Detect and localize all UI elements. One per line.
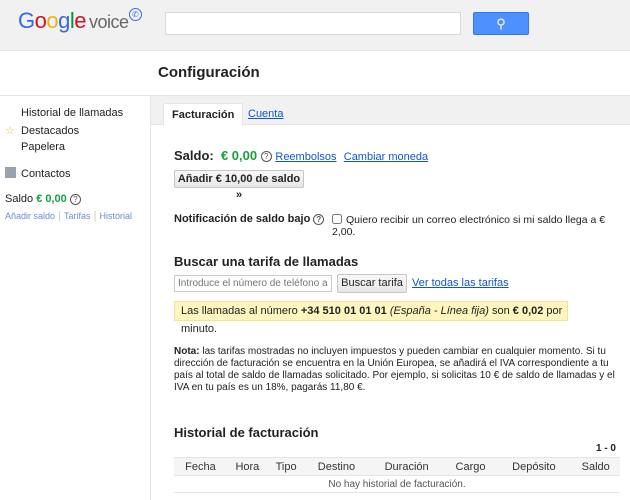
- sidebar-item-label: Contactos: [21, 168, 71, 180]
- phone-bubble-icon: ✆: [129, 8, 142, 21]
- column-saldo[interactable]: Saldo: [571, 458, 620, 476]
- help-icon[interactable]: ?: [313, 214, 324, 225]
- contact-icon: [5, 167, 16, 178]
- sidebar-divider: [150, 96, 151, 500]
- low-balance-label: Notificación de saldo bajo ?: [174, 213, 324, 225]
- balance-row: Saldo: € 0,00 ? Reembolsos Cambiar moned…: [174, 148, 428, 163]
- column-deposito[interactable]: Depósito: [496, 458, 571, 476]
- sidebar-item-contactos[interactable]: Contactos: [5, 167, 71, 180]
- table-header-row: Fecha Hora Tipo Destino Duración Cargo D…: [174, 458, 620, 476]
- balance-label: Saldo: [5, 193, 33, 205]
- logo-text: o: [35, 8, 47, 33]
- sidebar-item-papelera[interactable]: Papelera: [21, 141, 65, 153]
- result-number: +34 510 01 01 01: [301, 305, 387, 317]
- column-fecha[interactable]: Fecha: [174, 458, 227, 476]
- star-icon: ☆: [5, 124, 21, 137]
- billing-history-table: Fecha Hora Tipo Destino Duración Cargo D…: [174, 457, 620, 493]
- sidebar-item-label: Papelera: [21, 141, 65, 153]
- sidebar-item-destacados[interactable]: ☆Destacados: [5, 124, 79, 137]
- history-link[interactable]: Historial: [100, 211, 133, 221]
- tax-note: Nota: las tarifas mostradas no incluyen …: [174, 346, 619, 394]
- search-rate-button[interactable]: Buscar tarifa: [337, 274, 407, 293]
- balance-label: Saldo:: [174, 148, 214, 163]
- sidebar-item-historial[interactable]: Historial de llamadas: [21, 107, 123, 119]
- low-balance-checkbox[interactable]: [332, 214, 342, 224]
- phone-number-input[interactable]: [174, 275, 332, 292]
- sidebar-links: Añadir saldo | Tarifas | Historial: [5, 210, 132, 222]
- tab-cuenta[interactable]: Cuenta: [240, 103, 291, 126]
- checkbox-label: Quiero recibir un correo electrónico si …: [332, 214, 605, 238]
- low-balance-text: Notificación de saldo bajo: [174, 213, 310, 225]
- rates-link[interactable]: Tarifas: [64, 211, 91, 221]
- column-destino[interactable]: Destino: [304, 458, 368, 476]
- refunds-link[interactable]: Reembolsos: [275, 151, 336, 163]
- table-row: No hay historial de facturación.: [174, 476, 620, 493]
- pagination: 1 - 0: [596, 443, 616, 454]
- change-currency-link[interactable]: Cambiar moneda: [344, 151, 428, 163]
- low-balance-option: Quiero recibir un correo electrónico si …: [332, 214, 630, 238]
- note-text: las tarifas mostradas no incluyen impues…: [174, 346, 615, 393]
- help-icon[interactable]: ?: [261, 151, 272, 162]
- help-icon[interactable]: ?: [70, 194, 81, 205]
- search-input[interactable]: [165, 12, 461, 35]
- rates-heading: Buscar una tarifa de llamadas: [174, 254, 358, 269]
- logo-text: g: [58, 8, 70, 33]
- column-tipo[interactable]: Tipo: [268, 458, 304, 476]
- result-text: Las llamadas al número: [181, 305, 301, 317]
- empty-message: No hay historial de facturación.: [174, 476, 620, 493]
- all-rates-link[interactable]: Ver todas las tarifas: [412, 277, 509, 289]
- add-balance-button[interactable]: Añadir € 10,00 de saldo »: [174, 170, 304, 188]
- logo-voice: voice: [89, 12, 129, 32]
- google-voice-logo[interactable]: Googlevoice✆: [18, 8, 142, 34]
- sidebar-item-label: Destacados: [21, 125, 79, 137]
- column-cargo[interactable]: Cargo: [445, 458, 497, 476]
- search-button[interactable]: ⚲: [473, 12, 529, 35]
- add-balance-link[interactable]: Añadir saldo: [5, 211, 55, 221]
- result-price: € 0,02: [513, 305, 544, 317]
- sidebar-item-label: Historial de llamadas: [21, 107, 123, 119]
- result-type: (España - Línea fija): [387, 305, 489, 317]
- logo-text: e: [74, 8, 86, 33]
- tab-facturacion[interactable]: Facturación: [163, 103, 243, 126]
- column-hora[interactable]: Hora: [227, 458, 268, 476]
- balance-value: € 0,00: [36, 193, 67, 205]
- column-duracion[interactable]: Duración: [369, 458, 445, 476]
- balance-value: € 0,00: [221, 148, 257, 163]
- rate-result-notice: Las llamadas al número +34 510 01 01 01 …: [174, 301, 568, 321]
- page-title: Configuración: [158, 64, 260, 81]
- search-icon: ⚲: [496, 16, 506, 31]
- billing-history-heading: Historial de facturación: [174, 425, 318, 440]
- logo-text: G: [18, 8, 35, 33]
- note-label: Nota:: [174, 346, 200, 357]
- result-text: son: [489, 305, 513, 317]
- logo-text: o: [46, 8, 58, 33]
- sidebar-balance: Saldo € 0,00 ?: [5, 193, 81, 205]
